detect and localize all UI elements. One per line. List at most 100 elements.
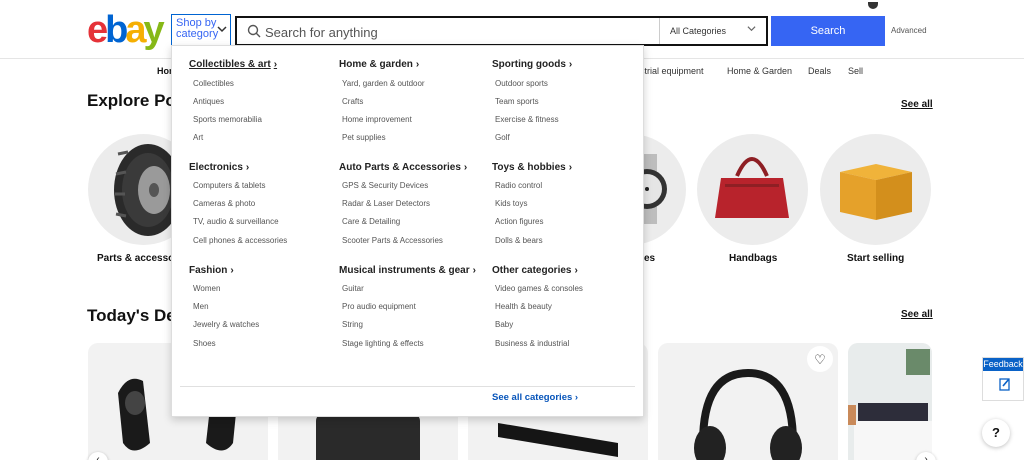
deals-see-all-link[interactable]: See all: [901, 309, 933, 320]
see-all-categories-link[interactable]: See all categories ›: [492, 392, 578, 403]
deal-card-bedroom[interactable]: [848, 343, 932, 460]
category-select-value: All Categories: [670, 26, 727, 36]
category-link[interactable]: String: [342, 320, 363, 329]
category-link[interactable]: Cameras & photo: [193, 199, 255, 208]
chevron-right-icon: ›: [415, 59, 420, 70]
category-heading-label: Other categories: [492, 265, 572, 276]
category-link[interactable]: Kids toys: [495, 199, 527, 208]
category-link[interactable]: Computers & tablets: [193, 181, 265, 190]
category-link[interactable]: Health & beauty: [495, 302, 552, 311]
nav-item-sell[interactable]: Sell: [848, 66, 863, 76]
category-link[interactable]: Golf: [495, 133, 510, 142]
handbag-icon: [715, 157, 789, 218]
category-heading-label: Home & garden: [339, 59, 413, 70]
chevron-right-icon: ›: [463, 162, 468, 173]
category-link[interactable]: Women: [193, 284, 220, 293]
nav-item-deals[interactable]: Deals: [808, 66, 831, 76]
notification-icon[interactable]: [868, 2, 878, 9]
category-link[interactable]: Action figures: [495, 217, 543, 226]
category-link[interactable]: Men: [193, 302, 209, 311]
category-link[interactable]: Shoes: [193, 339, 216, 348]
category-link[interactable]: Outdoor sports: [495, 79, 548, 88]
category-link[interactable]: Guitar: [342, 284, 364, 293]
deals-section-title: Today's De: [87, 306, 176, 325]
search-button[interactable]: Search: [771, 16, 885, 46]
category-heading-label: Sporting goods: [492, 59, 566, 70]
category-link[interactable]: Cell phones & accessories: [193, 236, 287, 245]
tile-label-handbags: Handbags: [729, 253, 778, 264]
category-link[interactable]: Baby: [495, 320, 513, 329]
category-heading-label: Musical instruments & gear: [339, 265, 470, 276]
feedback-widget[interactable]: Feedback: [982, 357, 1024, 401]
category-link[interactable]: Crafts: [342, 97, 363, 106]
ebay-logo[interactable]: ebay: [87, 9, 165, 51]
category-heading-other-categories[interactable]: Other categories ›: [492, 265, 578, 276]
header-utility-icons: [868, 0, 908, 27]
category-heading-fashion[interactable]: Fashion ›: [189, 265, 234, 276]
bedroom-image: [848, 343, 932, 460]
nav-item-industrial-equipment[interactable]: strial equipment: [640, 66, 704, 76]
category-link[interactable]: Home improvement: [342, 115, 412, 124]
tile-start-selling[interactable]: [820, 134, 931, 245]
category-link[interactable]: Radar & Laser Detectors: [342, 199, 430, 208]
category-link[interactable]: Exercise & fitness: [495, 115, 559, 124]
box-icon: [840, 164, 912, 220]
search-icon: [247, 24, 261, 38]
search-bar: All Categories: [235, 16, 768, 46]
category-link[interactable]: Sports memorabilia: [193, 115, 262, 124]
tile-handbags[interactable]: [697, 134, 808, 245]
dropdown-divider: [180, 386, 635, 387]
category-link[interactable]: Business & industrial: [495, 339, 569, 348]
category-link[interactable]: Jewelry & watches: [193, 320, 259, 329]
category-link[interactable]: Care & Detailing: [342, 217, 400, 226]
category-heading-sporting-goods[interactable]: Sporting goods ›: [492, 59, 572, 70]
explore-see-all-link[interactable]: See all: [901, 99, 933, 110]
category-link[interactable]: Dolls & bears: [495, 236, 543, 245]
category-heading-electronics[interactable]: Electronics ›: [189, 162, 249, 173]
category-link[interactable]: Pet supplies: [342, 133, 386, 142]
chevron-down-icon: [747, 24, 756, 36]
shop-by-category-button[interactable]: Shop by category: [171, 14, 231, 46]
category-link[interactable]: Radio control: [495, 181, 542, 190]
category-heading-collectibles-art[interactable]: Collectibles & art ›: [189, 59, 277, 70]
category-link[interactable]: Yard, garden & outdoor: [342, 79, 425, 88]
category-link[interactable]: Scooter Parts & Accessories: [342, 236, 443, 245]
category-select[interactable]: All Categories: [659, 18, 766, 44]
nav-item-home-garden[interactable]: Home & Garden: [727, 66, 792, 76]
category-heading-label: Fashion: [189, 265, 228, 276]
feedback-label: Feedback: [983, 358, 1023, 371]
chevron-right-icon: ›: [574, 265, 578, 276]
category-link[interactable]: Art: [193, 133, 203, 142]
category-heading-label: Auto Parts & Accessories: [339, 162, 461, 173]
edit-icon: [999, 377, 1011, 391]
category-heading-home-garden[interactable]: Home & garden ›: [339, 59, 419, 70]
carousel-next-button[interactable]: ›: [916, 452, 936, 460]
tile-label-parts-accessories: Parts & accesso: [97, 253, 175, 264]
logo-letter-e: e: [87, 9, 108, 51]
category-heading-auto-parts[interactable]: Auto Parts & Accessories ›: [339, 162, 467, 173]
category-link[interactable]: GPS & Security Devices: [342, 181, 428, 190]
chevron-right-icon: ›: [245, 162, 250, 173]
category-link[interactable]: Collectibles: [193, 79, 234, 88]
chevron-right-icon: ›: [568, 59, 573, 70]
logo-letter-a: a: [125, 9, 146, 51]
category-link[interactable]: Pro audio equipment: [342, 302, 416, 311]
deal-card-headphones[interactable]: ♡: [658, 343, 838, 460]
category-link[interactable]: TV, audio & surveillance: [193, 217, 279, 226]
category-heading-label: Toys & hobbies: [492, 162, 566, 173]
category-link[interactable]: Antiques: [193, 97, 224, 106]
chevron-right-icon: ›: [273, 59, 278, 70]
category-link[interactable]: Video games & consoles: [495, 284, 583, 293]
chevron-right-icon: ›: [568, 162, 573, 173]
advanced-search-link[interactable]: Advanced: [891, 26, 927, 35]
chevron-right-icon: ›: [574, 392, 579, 403]
heart-icon[interactable]: ♡: [807, 346, 833, 372]
category-heading-toys-hobbies[interactable]: Toys & hobbies ›: [492, 162, 572, 173]
search-input[interactable]: [265, 22, 645, 42]
logo-letter-b: b: [105, 9, 128, 51]
category-heading-musical-instruments[interactable]: Musical instruments & gear ›: [339, 265, 476, 276]
help-button[interactable]: ?: [982, 419, 1010, 447]
category-link[interactable]: Team sports: [495, 97, 539, 106]
category-link[interactable]: Stage lighting & effects: [342, 339, 424, 348]
chevron-right-icon: ›: [230, 265, 234, 276]
